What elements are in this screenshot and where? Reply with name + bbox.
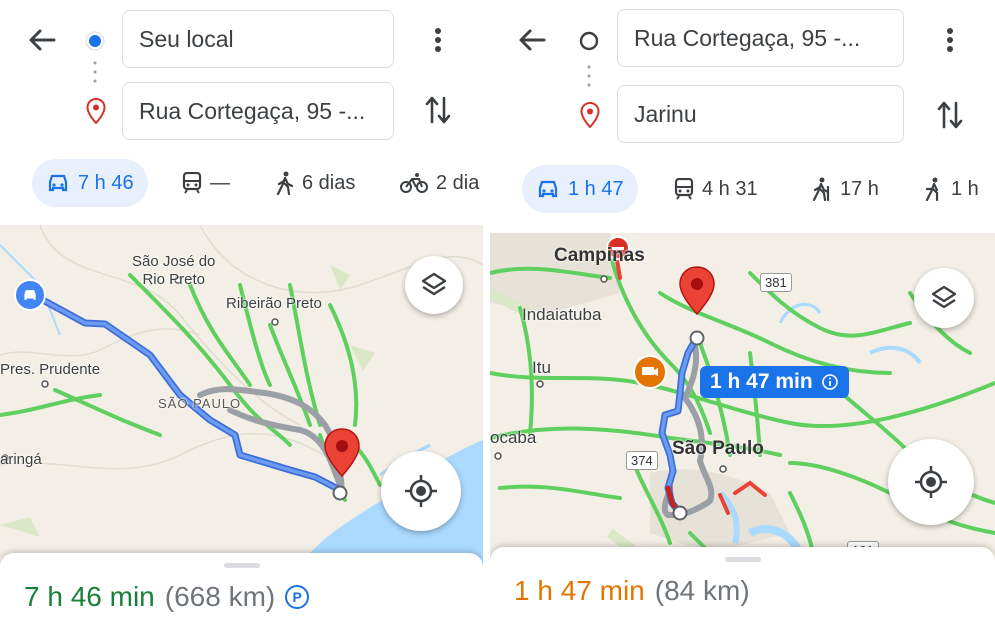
route-connector-dots	[93, 61, 97, 83]
route-duration-callout[interactable]: 1 h 47 min	[700, 366, 849, 398]
mode-ride-time: 1 h	[951, 177, 979, 200]
destination-input[interactable]: Rua Cortegaça, 95 -...	[122, 82, 394, 140]
city-label-sorocaba: ocaba	[490, 428, 537, 447]
city-label-sao-jose: São José do Rio Preto	[132, 253, 216, 288]
sheet-drag-handle[interactable]	[724, 557, 761, 562]
more-options-icon[interactable]	[423, 20, 453, 60]
mode-walking-time: 17 h	[840, 177, 879, 200]
highway-shield-381: 381	[760, 273, 792, 292]
city-label-prudente: Pres. Prudente	[0, 361, 101, 378]
city-label-maringa: aringá	[0, 451, 42, 468]
more-options-icon[interactable]	[935, 20, 965, 60]
origin-car-marker-icon	[14, 279, 46, 311]
crosshair-icon	[405, 475, 437, 507]
destination-pin-icon	[86, 98, 106, 124]
swap-directions-icon[interactable]	[930, 95, 970, 135]
layers-button[interactable]	[914, 268, 974, 328]
bike-icon	[400, 173, 428, 193]
city-label-ribeirao: Ribeirão Preto	[226, 295, 322, 312]
train-icon	[674, 178, 694, 200]
destination-pin-icon	[580, 102, 600, 128]
parking-icon: P	[285, 585, 310, 609]
mode-walking-time: 6 dias	[302, 171, 356, 194]
travel-mode-bar: 1 h 47 4 h 31 17 h 1 h	[490, 165, 995, 215]
info-icon	[821, 374, 838, 390]
city-label-indaiatuba: Indaiatuba	[522, 305, 602, 324]
layers-button[interactable]	[405, 256, 463, 314]
state-label-sao-paulo: SÃO PAULO	[158, 396, 242, 411]
map-view[interactable]: São José do Rio Preto Ribeirão Preto Pre…	[0, 225, 483, 565]
layers-icon	[931, 285, 957, 309]
car-icon	[48, 174, 68, 192]
mode-walking[interactable]: 17 h	[812, 165, 879, 213]
route-duration: 7 h 46 min	[24, 581, 155, 612]
callout-duration: 1 h 47 min	[710, 370, 813, 393]
mode-driving-time: 7 h 46	[78, 171, 134, 194]
mode-driving[interactable]: 1 h 47	[522, 165, 638, 213]
my-location-button[interactable]	[888, 439, 974, 525]
mode-cycling[interactable]: 2 dia	[400, 159, 479, 207]
origin-circle-icon	[579, 31, 599, 51]
mode-transit-time: —	[210, 171, 230, 194]
sheet-drag-handle[interactable]	[223, 563, 260, 568]
car-icon	[538, 180, 558, 198]
mode-driving[interactable]: 7 h 46	[32, 159, 148, 207]
map-view[interactable]: 1 h 47 min Campinas Indaiatuba Itu ocaba…	[490, 233, 995, 563]
destination-input[interactable]: Jarinu	[617, 85, 904, 143]
travel-mode-bar: 7 h 46 — 6 dias 2 dia	[0, 159, 483, 209]
ride-icon	[925, 177, 939, 201]
route-summary-sheet[interactable]: 7 h 46 min (668 km) P	[0, 553, 483, 629]
layers-icon	[421, 272, 447, 296]
route-summary: 7 h 46 min (668 km) P	[24, 581, 310, 613]
back-arrow-icon[interactable]	[22, 20, 62, 60]
walk-icon	[812, 177, 830, 201]
route-end-dot	[332, 485, 348, 501]
origin-input[interactable]: Rua Cortegaça, 95 -...	[617, 9, 904, 67]
route-summary-sheet[interactable]: 1 h 47 min (84 km)	[490, 547, 995, 629]
city-label-itu: Itu	[532, 358, 551, 377]
walk-icon	[276, 171, 294, 195]
train-icon	[182, 172, 202, 194]
route-distance: (668 km)	[164, 581, 276, 612]
origin-input[interactable]: Seu local	[122, 10, 394, 68]
mode-transit-time: 4 h 31	[702, 177, 758, 200]
mode-transit[interactable]: —	[182, 159, 230, 207]
highway-shield-374: 374	[626, 451, 658, 470]
destination-marker-icon	[677, 265, 717, 330]
my-location-button[interactable]	[381, 451, 461, 531]
route-end-dot	[672, 505, 688, 521]
mode-driving-time: 1 h 47	[568, 177, 624, 200]
right-directions-screen: Rua Cortegaça, 95 -... Jarinu 1 h 47 4 h…	[490, 0, 995, 629]
mode-walking[interactable]: 6 dias	[276, 159, 355, 207]
city-label-campinas: Campinas	[554, 245, 645, 266]
left-directions-screen: Seu local Rua Cortegaça, 95 -... 7 h 46 …	[0, 0, 483, 629]
screen-divider	[483, 0, 490, 629]
back-arrow-icon[interactable]	[512, 20, 552, 60]
crosshair-icon	[915, 466, 947, 498]
mode-ride[interactable]: 1 h	[923, 165, 979, 213]
route-distance: (84 km)	[654, 575, 750, 606]
city-label-sao-paulo: São Paulo	[672, 438, 764, 459]
route-connector-dots	[587, 65, 591, 87]
mode-cycling-time: 2 dia	[436, 171, 480, 194]
destination-marker-icon	[322, 427, 362, 492]
route-summary: 1 h 47 min (84 km)	[514, 575, 750, 607]
route-duration: 1 h 47 min	[514, 575, 645, 606]
mode-transit[interactable]: 4 h 31	[674, 165, 758, 213]
route-start-dot	[689, 330, 705, 346]
current-location-icon	[85, 31, 105, 51]
speed-camera-icon	[633, 355, 667, 389]
swap-directions-icon[interactable]	[418, 90, 458, 130]
